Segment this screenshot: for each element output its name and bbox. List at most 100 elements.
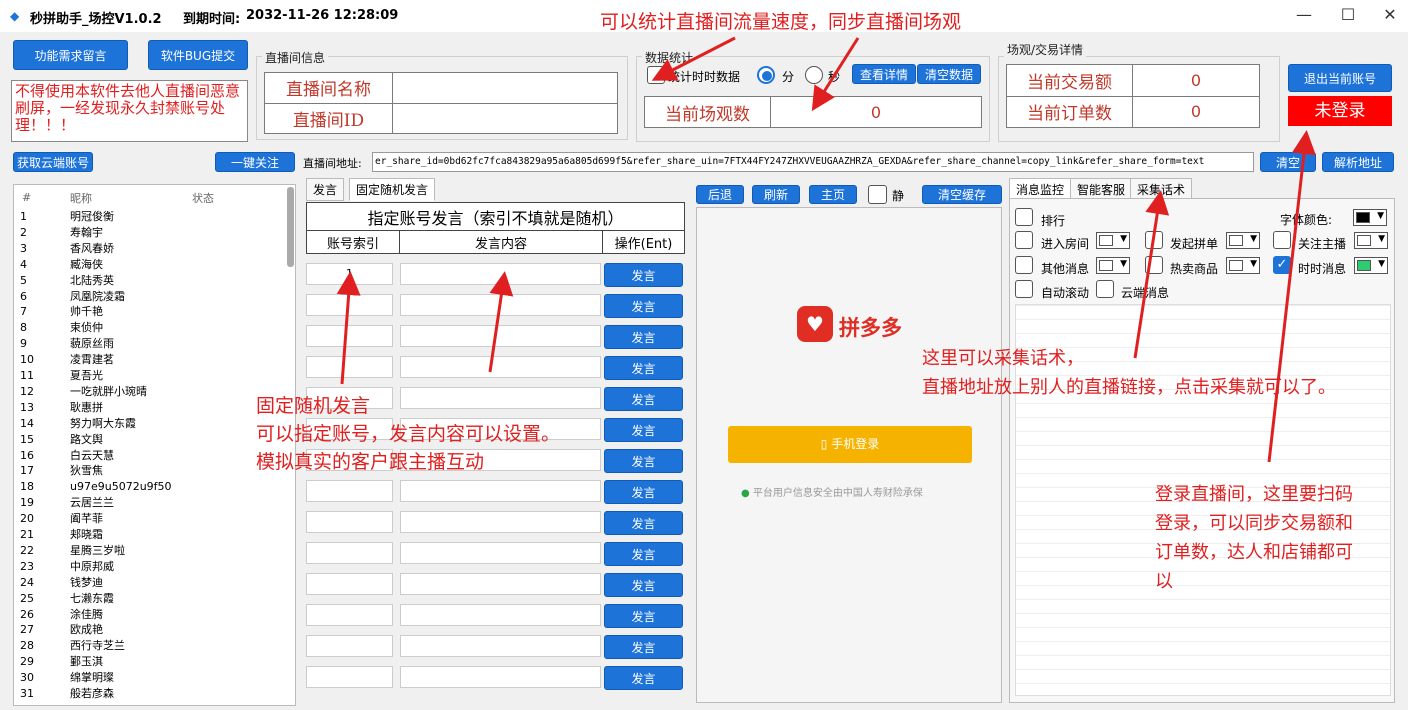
send-content-input[interactable] xyxy=(400,325,601,347)
rank-checkbox[interactable] xyxy=(1015,208,1033,226)
view-detail-button[interactable]: 查看详情 xyxy=(852,64,916,84)
realtime-stats-checkbox[interactable] xyxy=(647,66,665,84)
enter-room-checkbox[interactable] xyxy=(1015,231,1033,249)
table-row[interactable]: 5 北陆秀英 xyxy=(14,273,284,289)
table-row[interactable]: 25 七濑东霞 xyxy=(14,591,284,607)
table-row[interactable]: 2 寿翰宇 xyxy=(14,225,284,241)
table-row[interactable]: 13 耿惠拼 xyxy=(14,400,284,416)
realtime-msg-checkbox[interactable]: ✓ xyxy=(1273,256,1291,274)
send-button[interactable]: 发言 xyxy=(604,418,683,442)
unit-minute-radio[interactable] xyxy=(757,66,775,84)
send-content-input[interactable] xyxy=(400,604,601,626)
close-button[interactable]: ✕ xyxy=(1370,4,1408,28)
unit-second-radio[interactable] xyxy=(805,66,823,84)
auto-scroll-checkbox[interactable] xyxy=(1015,280,1033,298)
back-button[interactable]: 后退 xyxy=(696,185,744,204)
send-button[interactable]: 发言 xyxy=(604,449,683,473)
tab-send[interactable]: 发言 xyxy=(306,178,345,201)
send-button[interactable]: 发言 xyxy=(604,480,683,504)
send-content-input[interactable] xyxy=(400,356,601,378)
home-button[interactable]: 主页 xyxy=(809,185,857,204)
table-row[interactable]: 28 西行寺芝兰 xyxy=(14,638,284,654)
account-index-input[interactable] xyxy=(306,604,393,626)
send-button[interactable]: 发言 xyxy=(604,356,683,380)
account-index-input[interactable] xyxy=(306,294,393,316)
table-row[interactable]: 1 明冠俊衡 xyxy=(14,209,284,225)
send-button[interactable]: 发言 xyxy=(604,387,683,411)
clear-data-button[interactable]: 清空数据 xyxy=(917,64,981,84)
send-content-input[interactable] xyxy=(400,542,601,564)
live-url-input[interactable]: er_share_id=0bd62fc7fca843829a95a6a805d6… xyxy=(372,152,1254,172)
send-button[interactable]: 发言 xyxy=(604,635,683,659)
table-row[interactable]: 11 夏吾光 xyxy=(14,368,284,384)
follow-host-color-dropdown[interactable]: ▼ xyxy=(1354,232,1388,249)
other-msg-color-dropdown[interactable]: ▼ xyxy=(1096,257,1130,274)
account-list[interactable]: # 昵称 状态 1 明冠俊衡 2 寿翰宇 3 香风春娇 4 臧海侠 5 北陆秀英 6 凤凰院凌霜 7 帅千… xyxy=(13,184,296,706)
table-row[interactable]: 19 云居兰兰 xyxy=(14,495,284,511)
send-content-input[interactable] xyxy=(400,480,601,502)
send-button[interactable]: 发言 xyxy=(604,294,683,318)
send-button[interactable]: 发言 xyxy=(604,542,683,566)
table-row[interactable]: 16 白云天慧 xyxy=(14,448,284,464)
account-index-input[interactable] xyxy=(306,511,393,533)
refresh-button[interactable]: 刷新 xyxy=(752,185,800,204)
maximize-button[interactable]: ☐ xyxy=(1328,4,1368,28)
logout-button[interactable]: 退出当前账号 xyxy=(1288,64,1392,92)
send-content-input[interactable] xyxy=(400,573,601,595)
parse-url-button[interactable]: 解析地址 xyxy=(1322,152,1394,172)
table-row[interactable]: 3 香风春娇 xyxy=(14,241,284,257)
account-index-input[interactable] xyxy=(306,356,393,378)
table-row[interactable]: 22 星腾三岁啦 xyxy=(14,543,284,559)
account-index-input[interactable] xyxy=(306,635,393,657)
account-index-input[interactable] xyxy=(306,666,393,688)
account-index-input[interactable]: 1 xyxy=(306,263,393,285)
follow-host-checkbox[interactable] xyxy=(1273,231,1291,249)
hot-goods-color-dropdown[interactable]: ▼ xyxy=(1226,257,1260,274)
send-button[interactable]: 发言 xyxy=(604,573,683,597)
other-msg-checkbox[interactable] xyxy=(1015,256,1033,274)
table-row[interactable]: 29 鄞玉淇 xyxy=(14,654,284,670)
table-row[interactable]: 7 帅千艳 xyxy=(14,304,284,320)
table-row[interactable]: 20 阖芊菲 xyxy=(14,511,284,527)
feedback-button[interactable]: 功能需求留言 xyxy=(13,40,128,70)
get-cloud-accounts-button[interactable]: 获取云端账号 xyxy=(13,152,93,172)
realtime-msg-color-dropdown[interactable]: ▼ xyxy=(1354,257,1388,274)
table-row[interactable]: 9 藐原丝雨 xyxy=(14,336,284,352)
enter-room-color-dropdown[interactable]: ▼ xyxy=(1096,232,1130,249)
table-row[interactable]: 10 凌霄建茗 xyxy=(14,352,284,368)
list-scrollbar[interactable] xyxy=(287,187,294,267)
start-group-color-dropdown[interactable]: ▼ xyxy=(1226,232,1260,249)
bug-report-button[interactable]: 软件BUG提交 xyxy=(148,40,248,70)
tab-fixed-random-send[interactable]: 固定随机发言 xyxy=(349,178,436,201)
cloud-msg-checkbox[interactable] xyxy=(1096,280,1114,298)
table-row[interactable]: 23 中原邦威 xyxy=(14,559,284,575)
send-button[interactable]: 发言 xyxy=(604,325,683,349)
table-row[interactable]: 17 狄雪焦 xyxy=(14,463,284,479)
send-content-input[interactable] xyxy=(400,263,601,285)
table-row[interactable]: 27 欧成艳 xyxy=(14,622,284,638)
mute-checkbox[interactable] xyxy=(868,185,887,204)
table-row[interactable]: 12 一吃就胖小琬晴 xyxy=(14,384,284,400)
send-content-input[interactable] xyxy=(400,294,601,316)
table-row[interactable]: 26 涂佳腾 xyxy=(14,607,284,623)
minimize-button[interactable]: — xyxy=(1284,4,1324,28)
browser-view[interactable]: ♥ 拼多多 ▯ 手机登录 ● 平台用户信息安全由中国人寿财险承保 xyxy=(696,207,1002,703)
table-row[interactable]: 21 郏晓霜 xyxy=(14,527,284,543)
account-index-input[interactable] xyxy=(306,573,393,595)
table-row[interactable]: 15 路文舆 xyxy=(14,432,284,448)
table-row[interactable]: 4 臧海侠 xyxy=(14,257,284,273)
send-content-input[interactable] xyxy=(400,635,601,657)
table-row[interactable]: 14 努力啊大东霞 xyxy=(14,416,284,432)
table-row[interactable]: 18 u97e9u5072u9f50 xyxy=(14,479,284,495)
table-row[interactable]: 30 绵掌明璨 xyxy=(14,670,284,686)
table-row[interactable]: 24 钱梦迪 xyxy=(14,575,284,591)
send-button[interactable]: 发言 xyxy=(604,511,683,535)
table-row[interactable]: 6 凤凰院凌霜 xyxy=(14,289,284,305)
send-content-input[interactable] xyxy=(400,511,601,533)
send-button[interactable]: 发言 xyxy=(604,666,683,690)
clear-url-button[interactable]: 清空 xyxy=(1260,152,1316,172)
font-color-dropdown[interactable]: ▼ xyxy=(1353,209,1387,226)
table-row[interactable]: 8 束侦仲 xyxy=(14,320,284,336)
account-index-input[interactable] xyxy=(306,325,393,347)
hot-goods-checkbox[interactable] xyxy=(1145,256,1163,274)
